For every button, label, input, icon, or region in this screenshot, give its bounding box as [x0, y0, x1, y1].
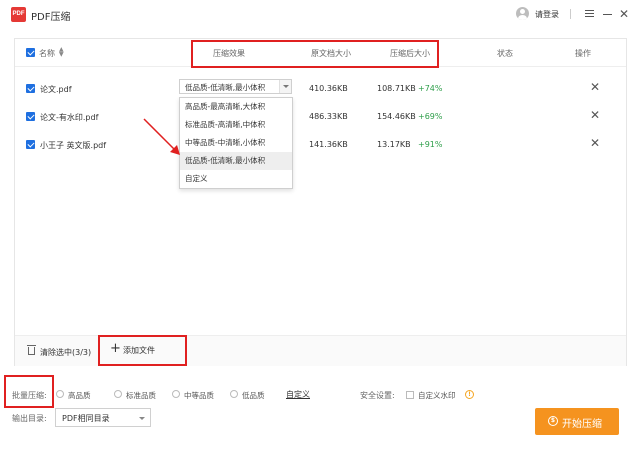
custom-watermark-checkbox[interactable]: [406, 391, 414, 399]
app-title: PDF压缩: [31, 12, 71, 23]
trash-icon[interactable]: [27, 345, 36, 355]
row-checkbox[interactable]: [26, 84, 35, 93]
table-row: 小王子 英文版.pdf 141.36KB 13.17KB +91% ✕: [15, 131, 626, 159]
add-file-button[interactable]: + 添加文件: [100, 336, 186, 365]
dropdown-option-custom[interactable]: 自定义: [180, 170, 292, 188]
table-row: 论文.pdf 低品质-低清晰,最小体积 410.36KB 108.71KB +7…: [15, 75, 626, 103]
dropdown-option-standard[interactable]: 标准品质-高清晰,中体积: [180, 116, 292, 134]
original-size: 141.36KB: [309, 140, 348, 149]
radio-high-quality[interactable]: [56, 390, 64, 398]
file-name: 论文.pdf: [40, 85, 72, 94]
radio-medium-quality[interactable]: [172, 390, 180, 398]
reduction-percent: +74%: [418, 84, 443, 93]
row-checkbox[interactable]: [26, 140, 35, 149]
header-action: 操作: [575, 49, 591, 58]
file-name: 小王子 英文版.pdf: [40, 141, 107, 150]
custom-settings-link[interactable]: 自定义: [286, 389, 310, 400]
minimize-icon[interactable]: [603, 14, 612, 15]
compressed-size: 108.71KB: [377, 84, 416, 93]
header-status: 状态: [497, 49, 513, 58]
header-name: 名称: [39, 49, 55, 58]
reduction-percent: +91%: [418, 140, 443, 149]
output-dir-value: PDF相同目录: [62, 414, 110, 423]
reduction-percent: +69%: [418, 112, 443, 121]
plus-icon: +: [110, 341, 121, 356]
start-icon: $: [548, 416, 558, 426]
clear-selected-button[interactable]: 清除选中(3/3): [40, 347, 91, 358]
remove-file-icon[interactable]: ✕: [590, 80, 600, 94]
row-checkbox[interactable]: [26, 112, 35, 121]
login-link[interactable]: 请登录: [535, 9, 559, 20]
panel-footer: 清除选中(3/3) + 添加文件: [15, 335, 626, 366]
radio-high-quality-label: 高品质: [68, 391, 91, 400]
title-bar: PDF PDF压缩 请登录 ✕: [0, 0, 640, 30]
output-dir-select[interactable]: PDF相同目录: [55, 408, 151, 427]
dropdown-option-medium[interactable]: 中等品质-中清晰,小体积: [180, 134, 292, 152]
radio-standard-quality-label: 标准品质: [126, 391, 156, 400]
header-original-size: 原文档大小: [311, 49, 351, 58]
close-window-icon[interactable]: ✕: [619, 7, 629, 21]
dropdown-option-high[interactable]: 高品质-最高清晰,大体积: [180, 98, 292, 116]
output-dir-label: 输出目录:: [12, 414, 47, 423]
file-list-panel: 名称 ▲ ▼ 压缩效果 原文档大小 压缩后大小 状态 操作 论文.pdf 低品质-…: [14, 38, 627, 366]
pdf-logo-icon: PDF: [11, 7, 26, 22]
chevron-down-icon: [139, 417, 145, 420]
compressed-size: 13.17KB: [377, 140, 411, 149]
radio-standard-quality[interactable]: [114, 390, 122, 398]
custom-watermark-label: 自定义水印: [418, 391, 456, 400]
remove-file-icon[interactable]: ✕: [590, 108, 600, 122]
compressed-size: 154.46KB: [377, 112, 416, 121]
menu-icon[interactable]: [585, 10, 594, 17]
compression-select[interactable]: 低品质-低清晰,最小体积: [179, 79, 292, 94]
dropdown-option-low[interactable]: 低品质-低清晰,最小体积: [180, 152, 292, 170]
add-file-label: 添加文件: [123, 346, 155, 355]
original-size: 486.33KB: [309, 112, 348, 121]
start-compress-label: 开始压缩: [562, 419, 602, 430]
radio-low-quality[interactable]: [230, 390, 238, 398]
start-compress-button[interactable]: $ 开始压缩: [535, 408, 619, 435]
header-effect: 压缩效果: [213, 49, 245, 58]
select-all-checkbox[interactable]: [26, 48, 35, 57]
chevron-down-icon: [279, 80, 291, 93]
titlebar-divider: [570, 9, 571, 19]
original-size: 410.36KB: [309, 84, 348, 93]
security-settings-label: 安全设置:: [360, 391, 395, 400]
file-name: 论文-有水印.pdf: [40, 113, 99, 122]
batch-compress-label: 批量压缩:: [12, 391, 47, 400]
table-header: 名称 ▲ ▼ 压缩效果 原文档大小 压缩后大小 状态 操作: [15, 39, 626, 67]
radio-low-quality-label: 低品质: [242, 391, 265, 400]
compression-dropdown: 高品质-最高清晰,大体积 标准品质-高清晰,中体积 中等品质-中清晰,小体积 低…: [179, 97, 293, 189]
table-row: 论文-有水印.pdf 486.33KB 154.46KB +69% ✕: [15, 103, 626, 131]
sort-icon[interactable]: ▲ ▼: [59, 47, 64, 58]
user-avatar-icon[interactable]: [516, 7, 529, 20]
remove-file-icon[interactable]: ✕: [590, 136, 600, 150]
radio-medium-quality-label: 中等品质: [184, 391, 214, 400]
header-compressed-size: 压缩后大小: [390, 49, 430, 58]
info-icon[interactable]: !: [465, 390, 474, 399]
compression-select-value: 低品质-低清晰,最小体积: [185, 83, 266, 92]
